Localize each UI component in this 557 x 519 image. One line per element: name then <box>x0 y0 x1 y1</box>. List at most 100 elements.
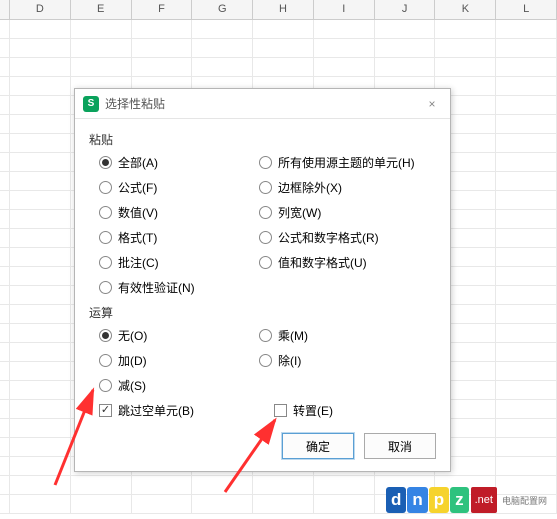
cell[interactable] <box>10 267 71 285</box>
paste-radio[interactable]: 批注(C) <box>99 254 259 271</box>
cell[interactable] <box>10 495 71 513</box>
cell[interactable] <box>132 495 193 513</box>
cell[interactable] <box>496 286 557 304</box>
cell[interactable] <box>253 58 314 76</box>
cell[interactable] <box>0 457 10 475</box>
cell[interactable] <box>192 476 253 494</box>
paste-radio[interactable]: 值和数字格式(U) <box>259 254 436 271</box>
cell[interactable] <box>10 305 71 323</box>
cell[interactable] <box>496 134 557 152</box>
cell[interactable] <box>192 495 253 513</box>
cell[interactable] <box>0 305 10 323</box>
cell[interactable] <box>496 267 557 285</box>
cell[interactable] <box>314 20 375 38</box>
operation-radio[interactable]: 减(S) <box>99 377 259 394</box>
cell[interactable] <box>10 324 71 342</box>
cell[interactable] <box>253 476 314 494</box>
cell[interactable] <box>192 20 253 38</box>
cell[interactable] <box>496 58 557 76</box>
cell[interactable] <box>496 191 557 209</box>
col-header[interactable]: J <box>375 0 436 19</box>
cell[interactable] <box>496 457 557 475</box>
cell[interactable] <box>496 438 557 456</box>
cell[interactable] <box>0 115 10 133</box>
cell[interactable] <box>0 267 10 285</box>
cell[interactable] <box>10 286 71 304</box>
cell[interactable] <box>192 58 253 76</box>
cell[interactable] <box>0 495 10 513</box>
col-header[interactable]: G <box>192 0 253 19</box>
cell[interactable] <box>10 362 71 380</box>
cell[interactable] <box>314 58 375 76</box>
cell[interactable] <box>496 400 557 418</box>
col-header[interactable]: E <box>71 0 132 19</box>
paste-radio[interactable]: 所有使用源主题的单元(H) <box>259 154 436 171</box>
col-header[interactable]: I <box>314 0 375 19</box>
dialog-titlebar[interactable]: S 选择性粘贴 × <box>75 89 450 119</box>
cell[interactable] <box>0 134 10 152</box>
paste-radio[interactable]: 数值(V) <box>99 204 259 221</box>
cell[interactable] <box>314 476 375 494</box>
cell[interactable] <box>496 248 557 266</box>
col-header[interactable]: L <box>496 0 557 19</box>
cell[interactable] <box>10 210 71 228</box>
cell[interactable] <box>10 400 71 418</box>
cell[interactable] <box>496 115 557 133</box>
cell[interactable] <box>10 58 71 76</box>
cell[interactable] <box>253 20 314 38</box>
cell[interactable] <box>496 362 557 380</box>
ok-button[interactable]: 确定 <box>282 433 354 459</box>
paste-radio[interactable]: 全部(A) <box>99 154 259 171</box>
cell[interactable] <box>0 400 10 418</box>
cell[interactable] <box>496 343 557 361</box>
cell[interactable] <box>435 39 496 57</box>
operation-radio[interactable]: 乘(M) <box>259 327 436 344</box>
cell[interactable] <box>0 210 10 228</box>
cell[interactable] <box>253 39 314 57</box>
cell[interactable] <box>375 39 436 57</box>
cell[interactable] <box>132 476 193 494</box>
cell[interactable] <box>496 324 557 342</box>
cell[interactable] <box>132 58 193 76</box>
cell[interactable] <box>0 248 10 266</box>
cell[interactable] <box>496 381 557 399</box>
cell[interactable] <box>10 39 71 57</box>
col-header[interactable]: F <box>132 0 193 19</box>
cell[interactable] <box>10 419 71 437</box>
cell[interactable] <box>10 115 71 133</box>
cell[interactable] <box>192 39 253 57</box>
cell[interactable] <box>496 305 557 323</box>
cell[interactable] <box>496 20 557 38</box>
cell[interactable] <box>132 20 193 38</box>
cell[interactable] <box>0 96 10 114</box>
cell[interactable] <box>10 229 71 247</box>
cell[interactable] <box>0 39 10 57</box>
skip-blanks-checkbox[interactable]: 跳过空单元(B) <box>99 402 194 419</box>
cell[interactable] <box>375 58 436 76</box>
cell[interactable] <box>10 343 71 361</box>
paste-radio[interactable]: 列宽(W) <box>259 204 436 221</box>
paste-radio[interactable]: 格式(T) <box>99 229 259 246</box>
operation-radio[interactable]: 无(O) <box>99 327 259 344</box>
cell[interactable] <box>71 58 132 76</box>
operation-radio[interactable]: 加(D) <box>99 352 259 369</box>
cell[interactable] <box>0 20 10 38</box>
cell[interactable] <box>0 476 10 494</box>
transpose-checkbox[interactable]: 转置(E) <box>274 402 333 419</box>
cell[interactable] <box>435 58 496 76</box>
cell[interactable] <box>10 457 71 475</box>
cell[interactable] <box>496 96 557 114</box>
cell[interactable] <box>10 248 71 266</box>
cell[interactable] <box>10 77 71 95</box>
cancel-button[interactable]: 取消 <box>364 433 436 459</box>
cell[interactable] <box>10 172 71 190</box>
cell[interactable] <box>10 476 71 494</box>
col-header[interactable]: H <box>253 0 314 19</box>
paste-radio[interactable]: 公式和数字格式(R) <box>259 229 436 246</box>
cell[interactable] <box>71 495 132 513</box>
cell[interactable] <box>0 153 10 171</box>
cell[interactable] <box>132 39 193 57</box>
cell[interactable] <box>71 39 132 57</box>
cell[interactable] <box>496 210 557 228</box>
cell[interactable] <box>0 58 10 76</box>
